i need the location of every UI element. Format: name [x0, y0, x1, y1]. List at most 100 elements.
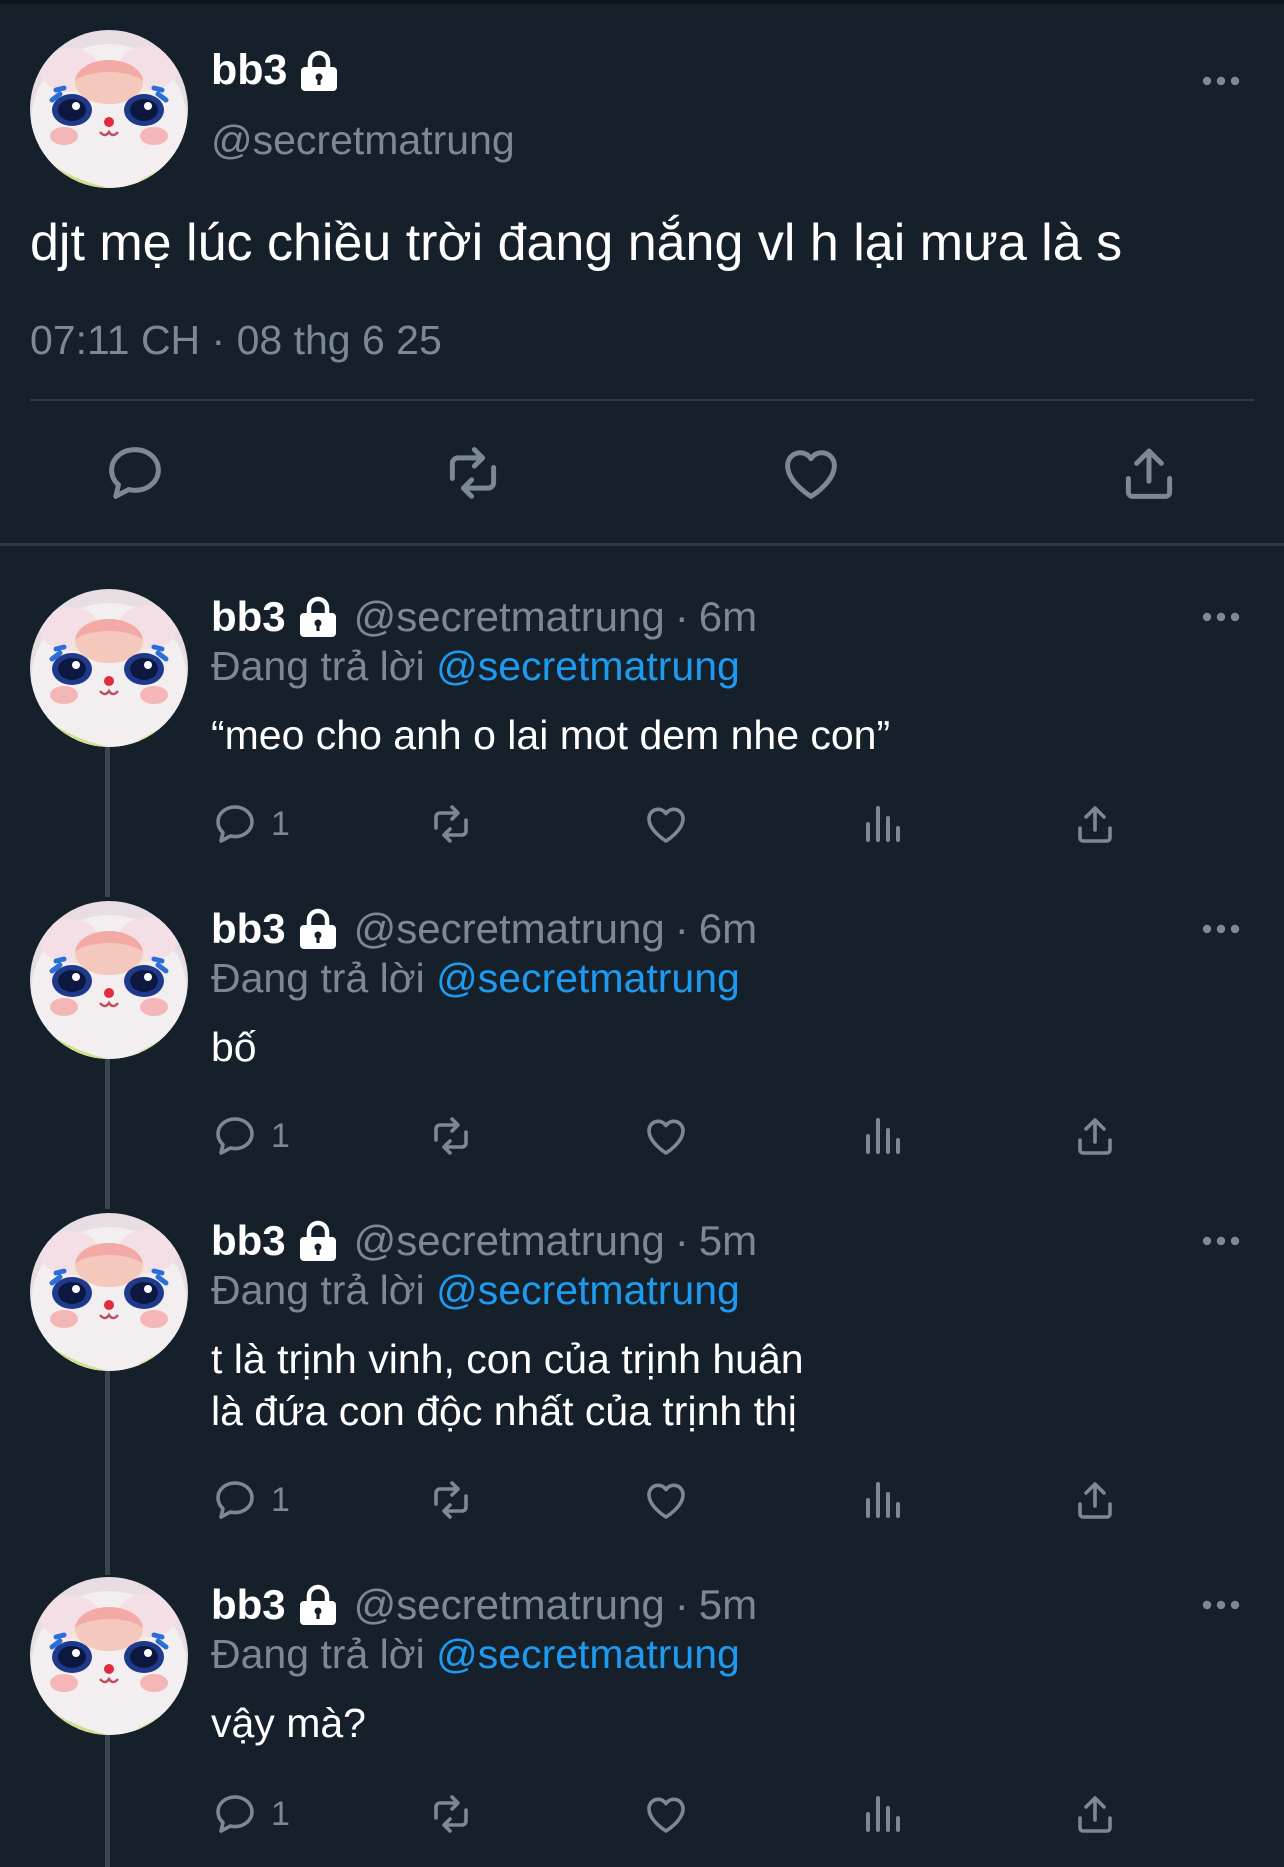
avatar[interactable] [30, 1577, 188, 1735]
reply-header: bb3 @secretmatrung · 5m [211, 1581, 757, 1629]
share-button[interactable] [1071, 1111, 1119, 1161]
replying-prefix: Đang trả lời [211, 955, 425, 1001]
share-button[interactable] [1071, 799, 1119, 849]
replying-prefix: Đang trả lời [211, 1631, 425, 1677]
retweet-icon[interactable] [440, 440, 506, 506]
reply-button[interactable]: 1 [211, 799, 290, 849]
replying-to: Đang trả lời @secretmatrung [211, 1267, 740, 1314]
views-button[interactable] [858, 799, 906, 849]
replying-to: Đang trả lời @secretmatrung [211, 643, 740, 690]
handle[interactable]: @secretmatrung [211, 117, 515, 164]
reply-button[interactable]: 1 [211, 1111, 290, 1161]
relative-time[interactable]: 5m [699, 1217, 757, 1265]
display-name[interactable]: bb3 [211, 46, 287, 95]
views-button[interactable] [858, 1111, 906, 1161]
display-name[interactable]: bb3 [211, 593, 286, 641]
like-icon [642, 1790, 690, 1838]
display-name[interactable]: bb3 [211, 905, 286, 953]
retweet-icon [427, 1112, 475, 1160]
reply-count: 1 [271, 1480, 290, 1519]
views-icon [858, 1112, 906, 1160]
mention-link[interactable]: @secretmatrung [436, 955, 740, 1001]
display-name[interactable]: bb3 [211, 1581, 286, 1629]
reply-icon [211, 1112, 259, 1160]
more-icon[interactable] [1201, 923, 1241, 935]
separator-dot: · [674, 593, 689, 640]
retweet-icon [427, 1476, 475, 1524]
lock-icon [297, 49, 341, 93]
reply-count: 1 [271, 1116, 290, 1155]
reply-tweet[interactable]: bb3 @secretmatrung · 6m Đang trả lời @se… [0, 589, 1284, 879]
lock-icon [296, 1583, 340, 1627]
retweet-button[interactable] [427, 1475, 475, 1525]
share-button[interactable] [1071, 1475, 1119, 1525]
handle[interactable]: @secretmatrung [354, 1217, 665, 1265]
like-button[interactable] [642, 1789, 690, 1839]
handle[interactable]: @secretmatrung [354, 593, 665, 641]
retweet-icon [427, 1790, 475, 1838]
section-divider [0, 543, 1284, 546]
reply-icon [211, 1790, 259, 1838]
reply-tweet[interactable]: bb3 @secretmatrung · 5m Đang trả lời @se… [0, 1577, 1284, 1867]
more-icon[interactable] [1201, 1235, 1241, 1247]
tweet-text-line: là đứa con độc nhất của trịnh thị [211, 1388, 797, 1434]
reply-icon[interactable] [102, 440, 168, 506]
share-button[interactable] [1071, 1789, 1119, 1839]
avatar[interactable] [30, 30, 188, 188]
relative-time[interactable]: 5m [699, 1581, 757, 1629]
reply-icon [211, 1476, 259, 1524]
views-button[interactable] [858, 1789, 906, 1839]
more-icon[interactable] [1201, 1599, 1241, 1611]
mention-link[interactable]: @secretmatrung [436, 1267, 740, 1313]
avatar[interactable] [30, 1213, 188, 1371]
reply-header: bb3 @secretmatrung · 6m [211, 905, 757, 953]
tweet-text: djt mẹ lúc chiều trời đang nắng vl h lại… [30, 214, 1123, 272]
handle[interactable]: @secretmatrung [354, 1581, 665, 1629]
like-button[interactable] [642, 1475, 690, 1525]
retweet-button[interactable] [427, 799, 475, 849]
more-icon[interactable] [1201, 611, 1241, 623]
more-icon[interactable] [1201, 75, 1241, 87]
share-icon [1071, 1790, 1119, 1838]
views-icon [858, 1476, 906, 1524]
views-icon [858, 800, 906, 848]
views-button[interactable] [858, 1475, 906, 1525]
share-icon[interactable] [1116, 440, 1182, 506]
like-button[interactable] [642, 1111, 690, 1161]
reply-header: bb3 @secretmatrung · 5m [211, 1217, 757, 1265]
like-icon[interactable] [778, 440, 844, 506]
separator-dot: · [674, 905, 689, 952]
share-icon [1071, 1112, 1119, 1160]
like-button[interactable] [642, 799, 690, 849]
tweet-text: vậy mà? [211, 1700, 366, 1746]
main-tweet: bb3 @secretmatrung djt mẹ lúc chiều trời… [0, 0, 1284, 545]
replying-to: Đang trả lời @secretmatrung [211, 955, 740, 1002]
retweet-button[interactable] [427, 1789, 475, 1839]
relative-time[interactable]: 6m [699, 593, 757, 641]
retweet-button[interactable] [427, 1111, 475, 1161]
reply-tweet[interactable]: bb3 @secretmatrung · 6m Đang trả lời @se… [0, 901, 1284, 1191]
display-name[interactable]: bb3 [211, 1217, 286, 1265]
relative-time[interactable]: 6m [699, 905, 757, 953]
handle[interactable]: @secretmatrung [354, 905, 665, 953]
mention-link[interactable]: @secretmatrung [436, 643, 740, 689]
lock-icon [296, 595, 340, 639]
author-name-row[interactable]: bb3 [211, 46, 341, 95]
like-icon [642, 1476, 690, 1524]
timestamp[interactable]: 07:11 CH · 08 thg 6 25 [30, 317, 442, 364]
retweet-icon [427, 800, 475, 848]
mention-link[interactable]: @secretmatrung [436, 1631, 740, 1677]
lock-icon [296, 1219, 340, 1263]
replying-prefix: Đang trả lời [211, 1267, 425, 1313]
reply-tweet[interactable]: bb3 @secretmatrung · 5m Đang trả lời @se… [0, 1213, 1284, 1553]
avatar[interactable] [30, 589, 188, 747]
like-icon [642, 800, 690, 848]
reply-button[interactable]: 1 [211, 1475, 290, 1525]
reply-icon [211, 800, 259, 848]
tweet-text: t là trịnh vinh, con của trịnh huân là đ… [211, 1333, 804, 1437]
separator-dot: · [674, 1581, 689, 1628]
avatar[interactable] [30, 901, 188, 1059]
share-icon [1071, 1476, 1119, 1524]
tweet-text: bố [211, 1024, 257, 1070]
reply-button[interactable]: 1 [211, 1789, 290, 1839]
